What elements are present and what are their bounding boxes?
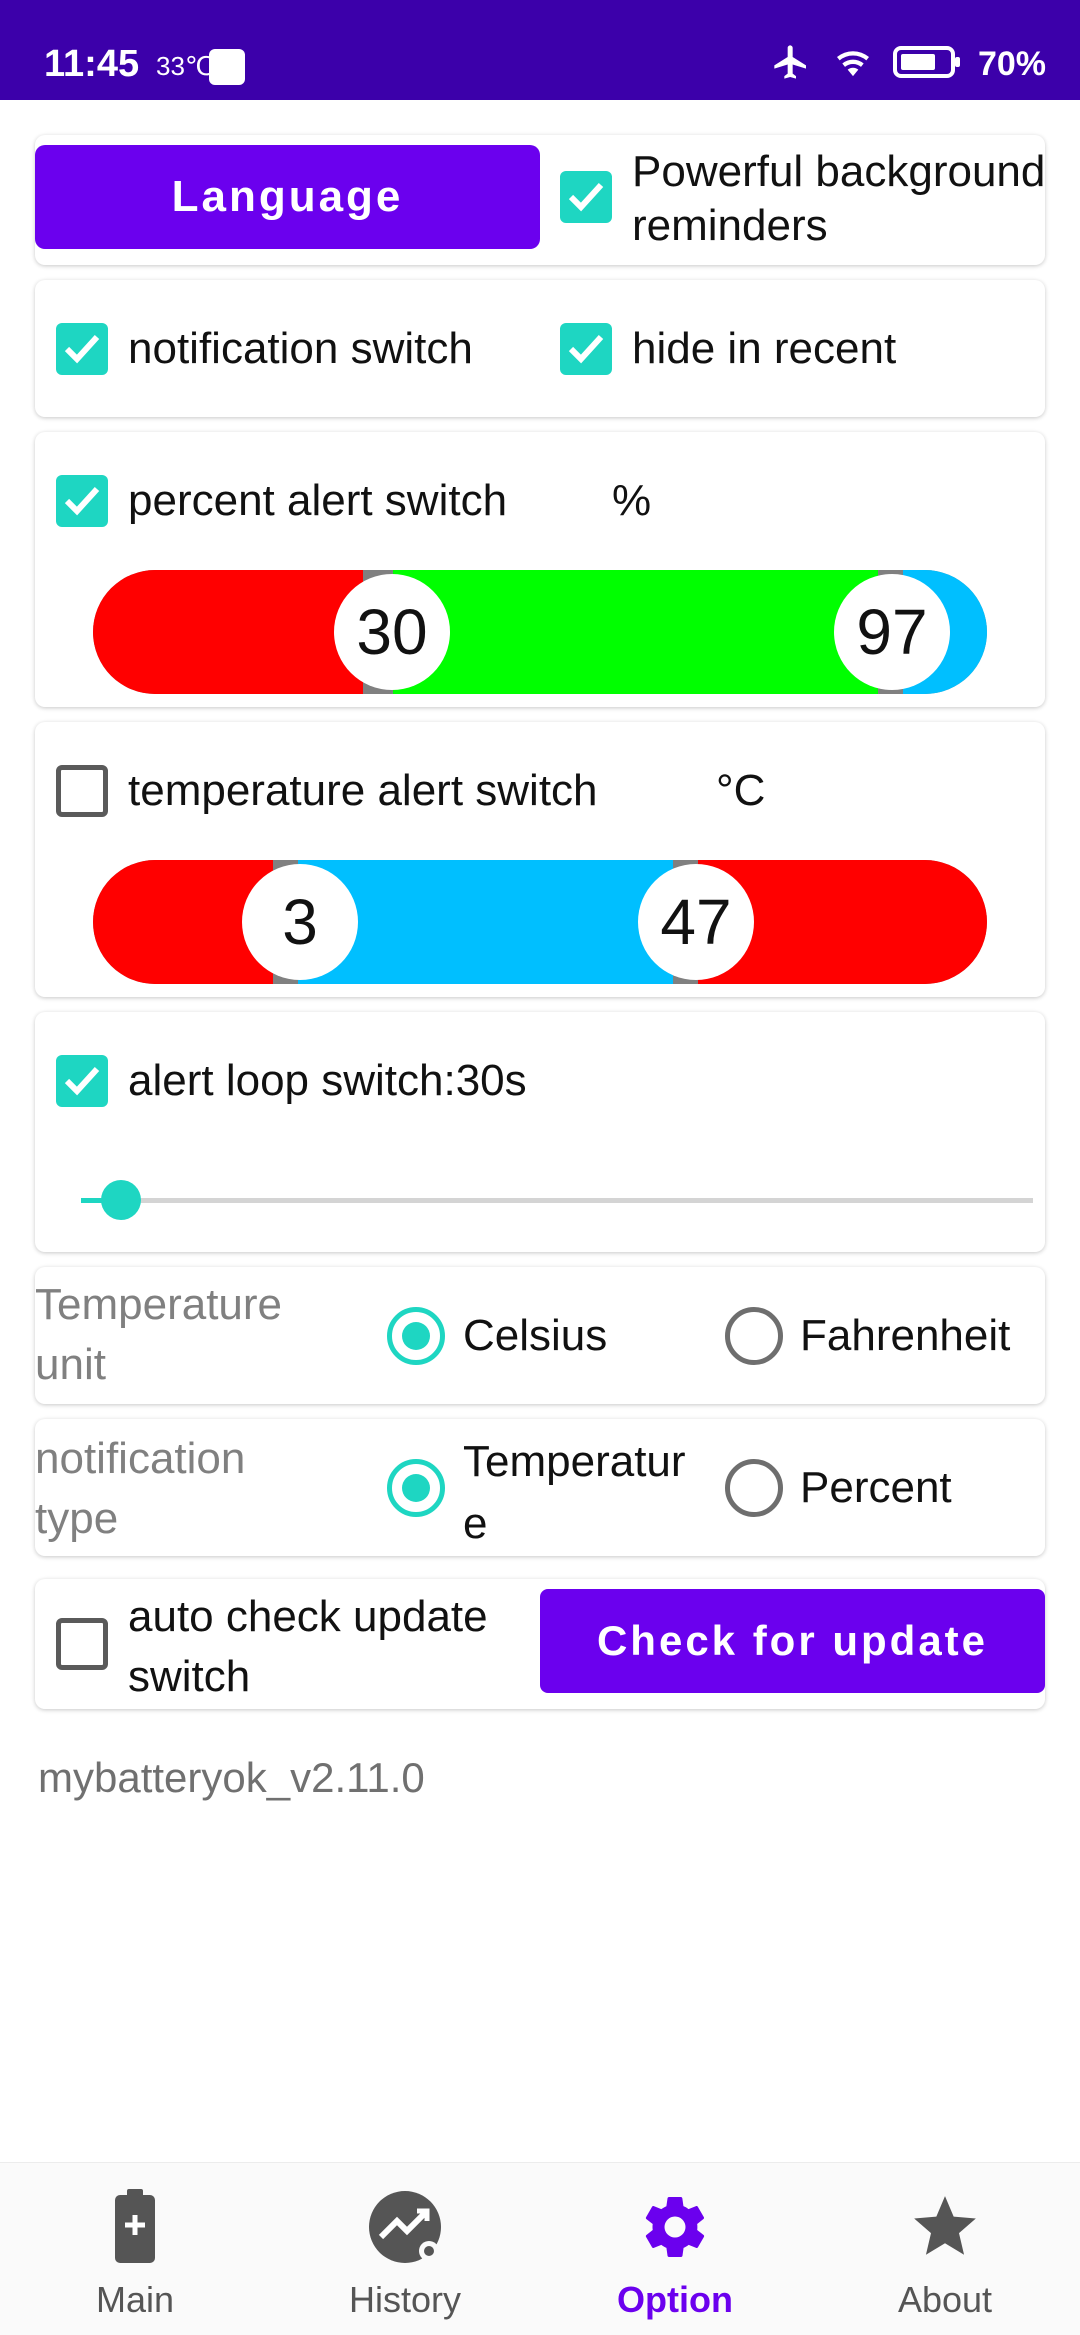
percent-range-low-segment bbox=[93, 570, 363, 694]
auto-update-card: auto check update switch Check for updat… bbox=[35, 1579, 1045, 1709]
alert-loop-slider-track[interactable] bbox=[117, 1198, 1033, 1203]
fahrenheit-label[interactable]: Fahrenheit bbox=[800, 1310, 1010, 1362]
temperature-type-label[interactable]: Temperature bbox=[463, 1431, 703, 1555]
temperature-range-slider[interactable]: 3 47 bbox=[93, 860, 987, 984]
check-for-update-button[interactable]: Check for update bbox=[540, 1589, 1045, 1693]
temperature-unit-label: °C bbox=[716, 766, 766, 815]
temperature-unit-card: Temperature unit Celsius Fahrenheit bbox=[35, 1267, 1045, 1404]
temperature-low-thumb[interactable]: 3 bbox=[242, 864, 358, 980]
battery-percent: 70% bbox=[977, 45, 1046, 83]
fahrenheit-radio[interactable] bbox=[725, 1307, 783, 1365]
temperature-type-radio[interactable] bbox=[387, 1459, 445, 1517]
percent-low-thumb[interactable]: 30 bbox=[334, 574, 450, 690]
language-card: Language Powerful background reminders bbox=[35, 135, 1045, 265]
percent-range-slider[interactable]: 30 97 bbox=[93, 570, 987, 694]
alert-loop-label: alert loop switch:30s bbox=[128, 1056, 527, 1105]
nav-main[interactable]: Main bbox=[0, 2163, 270, 2335]
percent-alert-card: percent alert switch % 30 97 bbox=[35, 432, 1045, 707]
status-icons: 70% bbox=[768, 42, 1046, 86]
percent-unit-label: % bbox=[612, 476, 652, 525]
temperature-alert-label: temperature alert switch bbox=[128, 766, 598, 815]
check-icon bbox=[64, 1066, 100, 1096]
status-time: 11:45 bbox=[44, 43, 140, 85]
language-button[interactable]: Language bbox=[35, 145, 540, 249]
notification-switch-label: notification switch bbox=[128, 324, 473, 373]
nav-history-label: History bbox=[348, 2279, 461, 2320]
powerful-reminders-checkbox[interactable] bbox=[560, 171, 612, 223]
auto-check-update-checkbox[interactable] bbox=[56, 1618, 108, 1670]
check-icon bbox=[64, 486, 100, 516]
nav-main-label: Main bbox=[95, 2279, 175, 2320]
alert-loop-checkbox[interactable] bbox=[56, 1055, 108, 1107]
star-icon bbox=[810, 2187, 1080, 2267]
percent-range-mid-segment bbox=[393, 570, 878, 694]
notification-type-card: notification type Temperature Percent bbox=[35, 1419, 1045, 1556]
auto-check-update-label: auto check update switch bbox=[128, 1592, 488, 1701]
gear-icon bbox=[540, 2187, 810, 2267]
airplane-mode-icon bbox=[768, 42, 814, 87]
nav-option[interactable]: Option bbox=[540, 2163, 810, 2335]
temperature-high-thumb[interactable]: 47 bbox=[638, 864, 754, 980]
nav-about-label: About bbox=[897, 2279, 993, 2320]
bottom-navigation: Main History Option About bbox=[0, 2162, 1080, 2335]
percent-high-thumb[interactable]: 97 bbox=[834, 574, 950, 690]
celsius-label[interactable]: Celsius bbox=[463, 1310, 607, 1362]
status-bar: 11:45 33℃ 70% bbox=[0, 0, 1080, 100]
notification-icon bbox=[209, 49, 245, 85]
nav-about[interactable]: About bbox=[810, 2163, 1080, 2335]
check-icon bbox=[568, 334, 604, 364]
alert-loop-slider-thumb[interactable] bbox=[101, 1180, 141, 1220]
history-chart-icon bbox=[270, 2187, 540, 2267]
wifi-icon bbox=[830, 42, 876, 87]
celsius-radio[interactable] bbox=[387, 1307, 445, 1365]
temperature-unit-title: Temperature unit bbox=[35, 1280, 283, 1389]
percent-alert-checkbox[interactable] bbox=[56, 475, 108, 527]
battery-icon bbox=[0, 2187, 270, 2267]
powerful-reminders-label: Powerful background reminders bbox=[632, 147, 1046, 250]
nav-option-label: Option bbox=[617, 2279, 733, 2320]
temperature-alert-checkbox[interactable] bbox=[56, 765, 108, 817]
battery-status-icon bbox=[892, 42, 962, 87]
percent-type-label[interactable]: Percent bbox=[800, 1462, 952, 1514]
hide-in-recent-checkbox[interactable] bbox=[560, 323, 612, 375]
nav-history[interactable]: History bbox=[270, 2163, 540, 2335]
version-label: mybatteryok_v2.11.0 bbox=[38, 1754, 425, 1801]
hide-in-recent-label: hide in recent bbox=[632, 324, 897, 373]
check-icon bbox=[568, 182, 604, 212]
notification-switch-checkbox[interactable] bbox=[56, 323, 108, 375]
notification-type-title: notification type bbox=[35, 1434, 246, 1543]
check-icon bbox=[64, 334, 100, 364]
percent-alert-label: percent alert switch bbox=[128, 476, 508, 525]
temperature-alert-card: temperature alert switch °C 3 47 bbox=[35, 722, 1045, 997]
notification-card: notification switch hide in recent bbox=[35, 280, 1045, 417]
alert-loop-card: alert loop switch:30s bbox=[35, 1012, 1045, 1252]
status-temperature: 33℃ bbox=[156, 51, 215, 81]
percent-type-radio[interactable] bbox=[725, 1459, 783, 1517]
